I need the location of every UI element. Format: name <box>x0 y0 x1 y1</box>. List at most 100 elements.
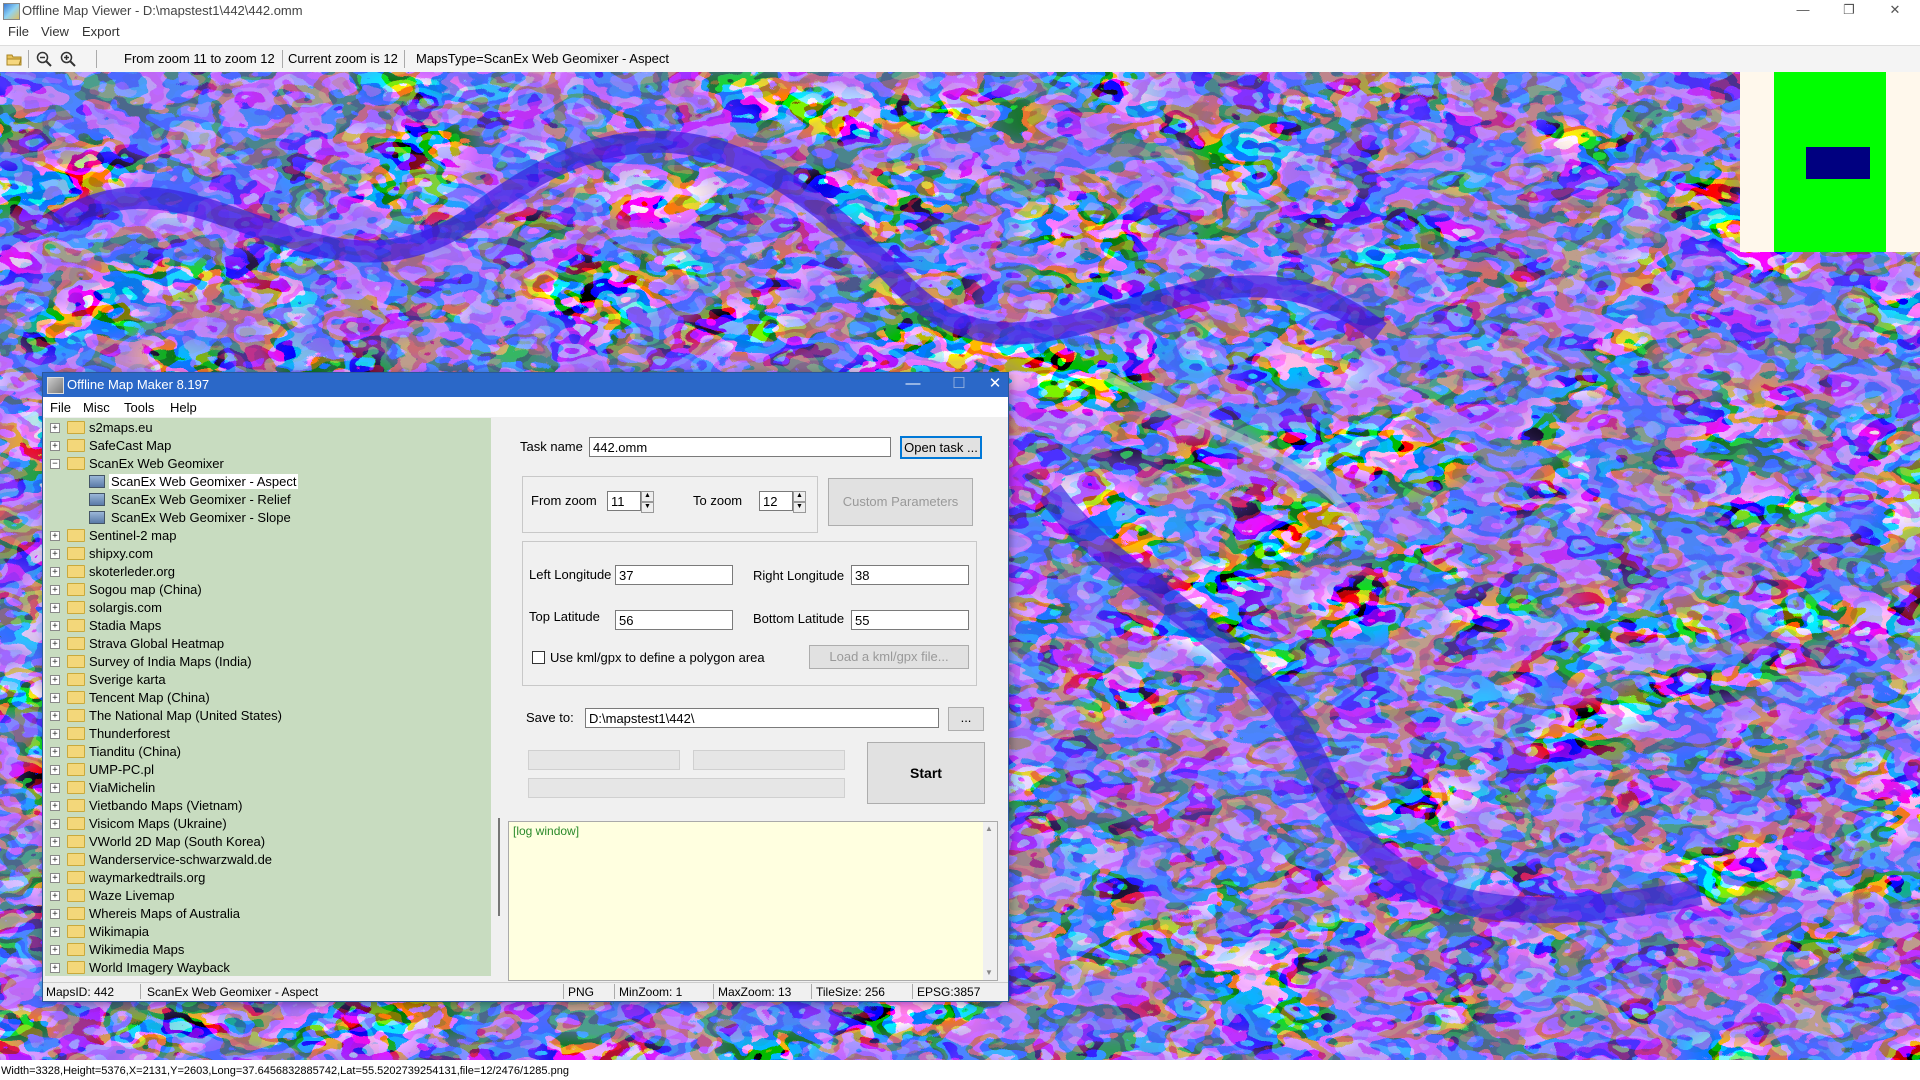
expand-icon[interactable]: + <box>50 801 60 811</box>
folder-icon <box>67 637 85 650</box>
collapse-icon[interactable]: − <box>50 459 60 469</box>
tree-item-label: Wanderservice-schwarzwald.de <box>89 852 273 867</box>
expand-icon[interactable]: + <box>50 765 60 775</box>
expand-icon[interactable]: + <box>50 603 60 613</box>
expand-icon[interactable]: + <box>50 909 60 919</box>
bottom-latitude-input[interactable]: 55 <box>851 610 969 630</box>
dialog-minimize-button[interactable]: — <box>890 373 936 397</box>
expand-icon[interactable]: + <box>50 747 60 757</box>
dialog-title-bar: Offline Map Maker 8.197 — ☐ ✕ <box>43 373 1008 397</box>
left-longitude-input[interactable]: 37 <box>615 565 733 585</box>
expand-icon[interactable]: + <box>50 639 60 649</box>
toolbar: From zoom 11 to zoom 12 Current zoom is … <box>0 45 1920 73</box>
progress-bar-total <box>528 778 845 798</box>
to-zoom-spinner[interactable]: ▲ ▼ <box>793 491 806 513</box>
expand-icon[interactable]: + <box>50 891 60 901</box>
expand-icon[interactable]: + <box>50 693 60 703</box>
log-scrollbar[interactable]: ▲ ▼ <box>983 822 997 980</box>
open-task-button[interactable]: Open task ... <box>900 436 982 459</box>
minimize-button[interactable]: — <box>1780 0 1826 22</box>
tree-item-label: Sentinel-2 map <box>89 528 177 543</box>
zoom-out-icon[interactable] <box>35 50 53 68</box>
right-longitude-input[interactable]: 38 <box>851 565 969 585</box>
status-format: PNG <box>568 985 595 999</box>
expand-icon[interactable]: + <box>50 549 60 559</box>
menu-view[interactable]: View <box>37 24 73 39</box>
tree-item-label: Survey of India Maps (India) <box>89 654 252 669</box>
tree-scrollbar-thumb[interactable] <box>498 818 500 916</box>
map-layer-icon <box>89 511 105 524</box>
save-to-input[interactable]: D:\mapstest1\442\ <box>585 708 939 728</box>
toolbar-separator <box>28 50 29 68</box>
task-name-input[interactable]: 442.omm <box>589 437 891 457</box>
start-button[interactable]: Start <box>867 742 985 804</box>
expand-icon[interactable]: + <box>50 873 60 883</box>
log-window[interactable]: [log window] <box>508 821 998 981</box>
zoom-in-icon[interactable] <box>59 50 77 68</box>
close-button[interactable]: ✕ <box>1872 0 1918 22</box>
dialog-close-button[interactable]: ✕ <box>982 373 1008 397</box>
dialog-title: Offline Map Maker 8.197 <box>67 377 210 392</box>
minimap[interactable] <box>1740 72 1920 252</box>
menu-export[interactable]: Export <box>78 24 124 39</box>
expand-icon[interactable]: + <box>50 945 60 955</box>
bottom-latitude-label: Bottom Latitude <box>753 611 845 626</box>
folder-icon <box>67 691 85 704</box>
offline-map-maker-dialog: Offline Map Maker 8.197 — ☐ ✕ File Misc … <box>42 372 1009 1002</box>
dialog-menu-tools[interactable]: Tools <box>124 400 154 415</box>
custom-parameters-button[interactable]: Custom Parameters <box>828 478 973 526</box>
folder-icon <box>67 439 85 452</box>
expand-icon[interactable]: + <box>50 729 60 739</box>
expand-icon[interactable]: + <box>50 657 60 667</box>
tree-item-label: Sogou map (China) <box>89 582 202 597</box>
expand-icon[interactable]: + <box>50 585 60 595</box>
expand-icon[interactable]: + <box>50 423 60 433</box>
tree-item-label: Vietbando Maps (Vietnam) <box>89 798 243 813</box>
tree-item-label: ScanEx Web Geomixer - Aspect <box>109 474 299 489</box>
top-latitude-input[interactable]: 56 <box>615 610 733 630</box>
dialog-menu-misc[interactable]: Misc <box>83 400 110 415</box>
expand-icon[interactable]: + <box>50 927 60 937</box>
menu-bar: File View Export <box>0 22 1920 42</box>
folder-icon <box>67 547 85 560</box>
tree-item-label: UMP-PC.pl <box>89 762 155 777</box>
expand-icon[interactable]: + <box>50 963 60 973</box>
status-maps-name: ScanEx Web Geomixer - Aspect <box>147 985 319 999</box>
expand-icon[interactable]: + <box>50 819 60 829</box>
tree-scrollbar[interactable] <box>492 418 508 976</box>
tree-item-label: Whereis Maps of Australia <box>89 906 241 921</box>
folder-open-icon[interactable] <box>5 50 23 68</box>
menu-file[interactable]: File <box>4 24 33 39</box>
browse-button[interactable]: ... <box>948 707 984 731</box>
map-layer-icon <box>89 493 105 506</box>
from-zoom-spinner[interactable]: ▲ ▼ <box>641 491 654 513</box>
scroll-up-icon[interactable]: ▲ <box>985 824 993 833</box>
dialog-menu-bar: File Misc Tools Help <box>43 397 1008 417</box>
expand-icon[interactable]: + <box>50 441 60 451</box>
to-zoom-input[interactable]: 12 <box>759 491 793 511</box>
kml-checkbox[interactable] <box>532 651 545 664</box>
maximize-button[interactable]: ❐ <box>1826 0 1872 22</box>
map-source-tree[interactable]: + s2maps.eu + SafeCast Map − ScanEx Web Geomi… <box>45 418 491 976</box>
map-layer-icon <box>89 475 105 488</box>
dialog-menu-file[interactable]: File <box>50 400 71 415</box>
expand-icon[interactable]: + <box>50 855 60 865</box>
expand-icon[interactable]: + <box>50 621 60 631</box>
map-status-bar: Width=3328,Height=5376,X=2131,Y=2603,Lon… <box>0 1063 1920 1080</box>
expand-icon[interactable]: + <box>50 675 60 685</box>
folder-icon <box>67 619 85 632</box>
expand-icon[interactable]: + <box>50 531 60 541</box>
expand-icon[interactable]: + <box>50 837 60 847</box>
tree-item-label: Thunderforest <box>89 726 170 741</box>
scroll-down-icon[interactable]: ▼ <box>985 968 993 977</box>
tree-item-label: VWorld 2D Map (South Korea) <box>89 834 266 849</box>
expand-icon[interactable]: + <box>50 783 60 793</box>
from-zoom-input[interactable]: 11 <box>607 491 641 511</box>
load-kml-button[interactable]: Load a kml/gpx file... <box>809 645 969 669</box>
status-separator <box>713 984 714 999</box>
kml-checkbox-label[interactable]: Use kml/gpx to define a polygon area <box>550 650 765 665</box>
expand-icon[interactable]: + <box>50 567 60 577</box>
expand-icon[interactable]: + <box>50 711 60 721</box>
minimap-viewport[interactable] <box>1806 147 1870 179</box>
dialog-menu-help[interactable]: Help <box>170 400 197 415</box>
